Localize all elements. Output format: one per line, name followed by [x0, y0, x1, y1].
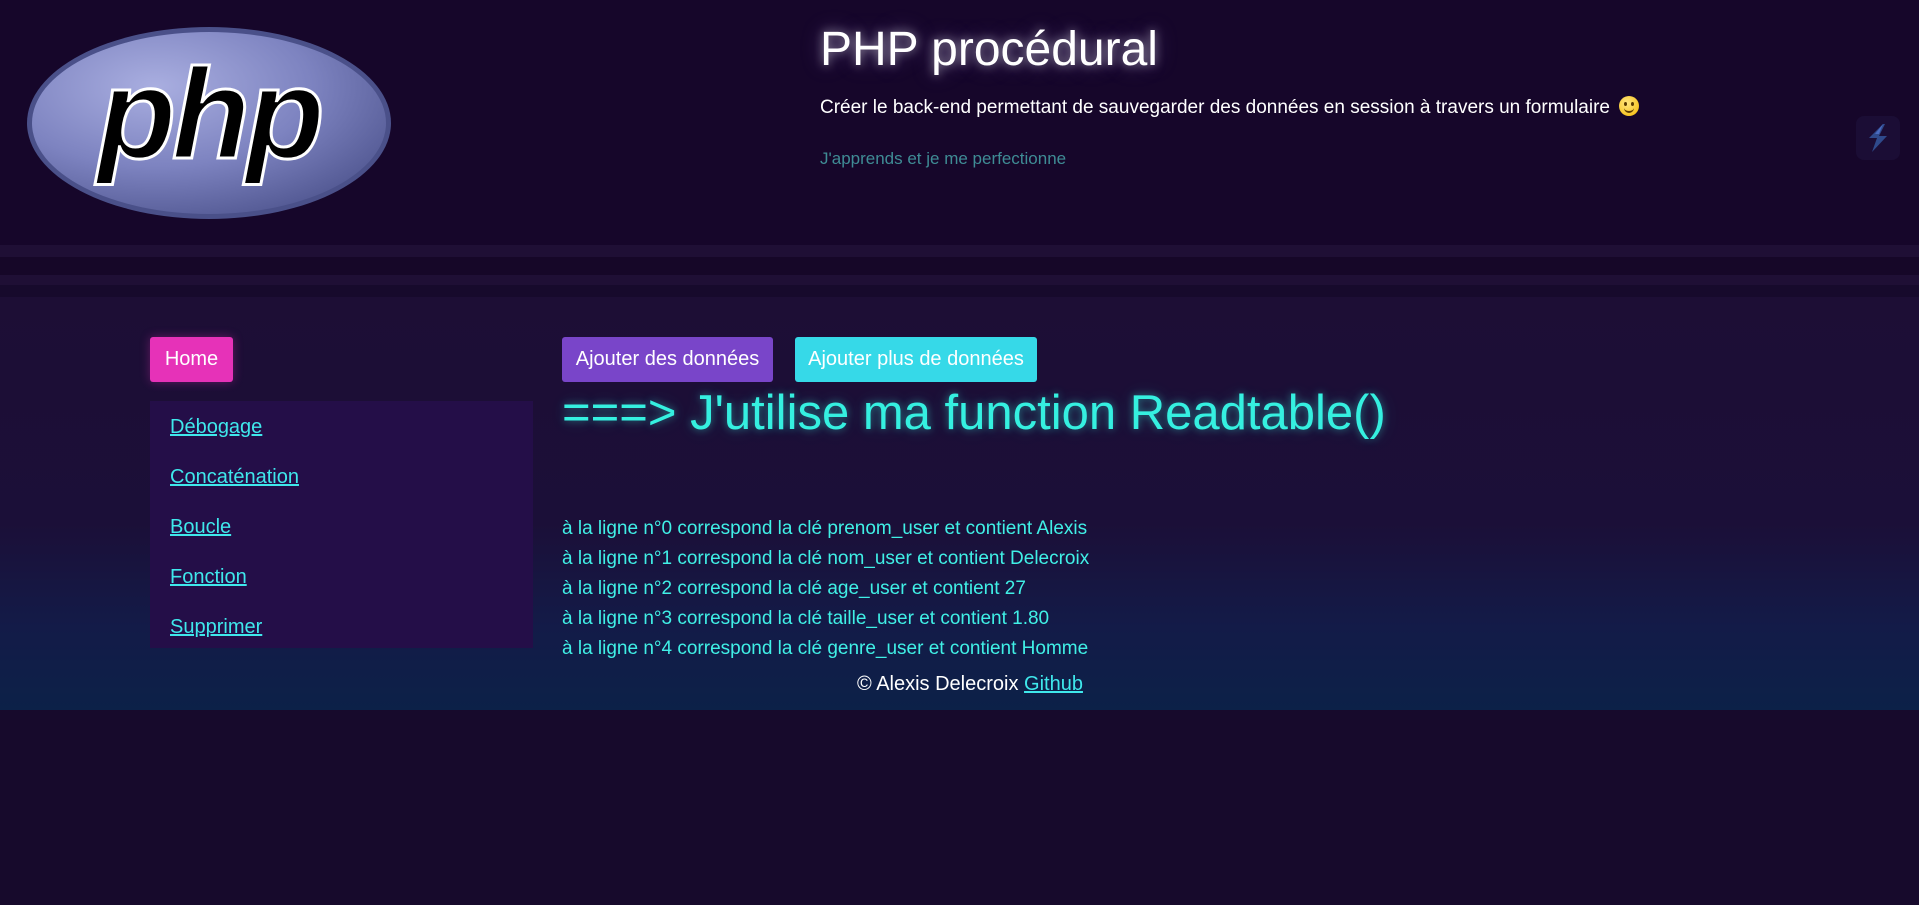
content-heading: ===> J'utilise ma function Readtable(): [562, 386, 1386, 440]
page-footer: © Alexis Delecroix Github: [857, 673, 1083, 696]
list-item: à la ligne n°1 correspond la clé nom_use…: [562, 548, 1090, 569]
result-list: à la ligne n°0 correspond la clé prenom_…: [562, 514, 1089, 664]
list-item: à la ligne n°3 correspond la clé taille_…: [562, 608, 1050, 629]
copyright-text: © Alexis Delecroix: [857, 673, 1019, 695]
theme-toggle-button[interactable]: [1856, 116, 1900, 160]
header-divider: [0, 257, 1919, 275]
sidebar-item-concatenation[interactable]: Concaténation: [170, 462, 533, 512]
php-logo: php: [26, 26, 392, 220]
list-item: à la ligne n°4 correspond la clé genre_u…: [562, 638, 1089, 659]
smiley-icon: [1619, 96, 1640, 116]
subtitle-text: Créer le back-end permettant de sauvegar…: [820, 97, 1610, 118]
list-item: à la ligne n°0 correspond la clé prenom_…: [562, 518, 1088, 539]
header-divider: [0, 275, 1919, 285]
home-button[interactable]: Home: [150, 337, 233, 382]
list-item: à la ligne n°2 correspond la clé age_use…: [562, 578, 1026, 599]
sidebar-item-fonction[interactable]: Fonction: [170, 562, 533, 612]
main-content: Home Débogage Concaténation Boucle Fonct…: [0, 297, 1919, 710]
add-data-button[interactable]: Ajouter des données: [562, 337, 773, 382]
add-more-data-button[interactable]: Ajouter plus de données: [795, 337, 1037, 382]
logo-text: php: [95, 43, 321, 186]
header-divider: [0, 285, 1919, 297]
sidebar-item-boucle[interactable]: Boucle: [170, 512, 533, 562]
bolt-icon: [1869, 124, 1887, 152]
page-title: PHP procédural: [820, 23, 1158, 76]
tagline: J'apprends et je me perfectionne: [820, 149, 1067, 168]
sidebar-item-debogage[interactable]: Débogage: [170, 412, 533, 462]
sidebar-item-supprimer[interactable]: Supprimer: [170, 612, 533, 662]
github-link[interactable]: Github: [1024, 673, 1083, 695]
sidebar-nav: Débogage Concaténation Boucle Fonction S…: [150, 401, 533, 648]
header-divider: [0, 245, 1919, 257]
site-header: php PHP procédural Créer le back-end per…: [0, 0, 1919, 245]
page-subtitle: Créer le back-end permettant de sauvegar…: [820, 96, 1640, 119]
